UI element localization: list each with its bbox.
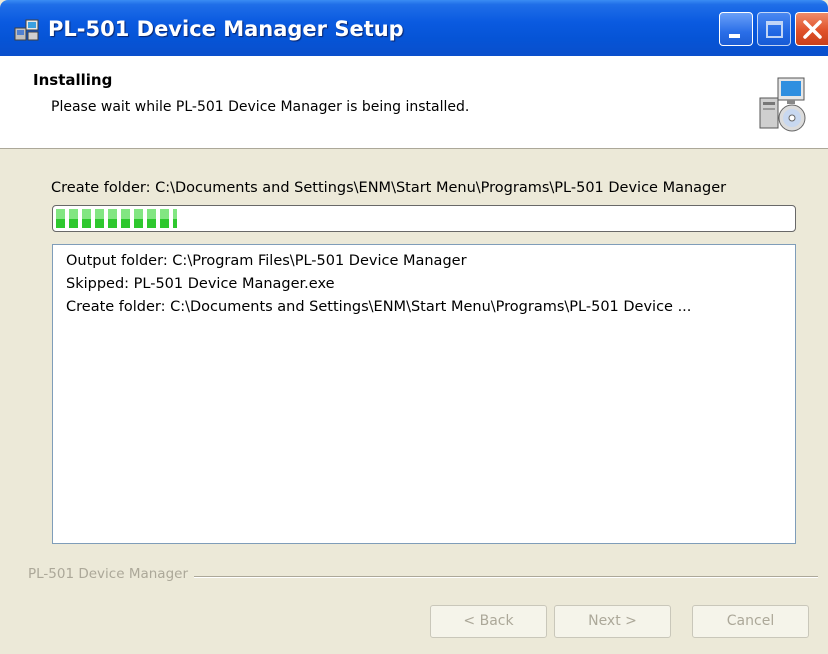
close-icon — [803, 20, 822, 39]
log-listbox[interactable]: Output folder: C:\Program Files\PL-501 D… — [52, 244, 796, 544]
title-bar[interactable]: PL-501 Device Manager Setup — [0, 0, 828, 56]
progress-fill — [56, 209, 177, 228]
setup-window: PL-501 Device Manager Setup Installing P… — [0, 0, 828, 654]
maximize-button[interactable] — [757, 12, 791, 46]
page-subtitle: Please wait while PL-501 Device Manager … — [51, 99, 470, 115]
back-button[interactable]: < Back — [430, 605, 547, 638]
maximize-icon — [766, 21, 783, 38]
status-text: Create folder: C:\Documents and Settings… — [51, 180, 727, 196]
log-line: Create folder: C:\Documents and Settings… — [66, 299, 692, 315]
branding-text: PL-501 Device Manager — [28, 566, 194, 582]
log-line: Output folder: C:\Program Files\PL-501 D… — [66, 253, 467, 269]
window-title: PL-501 Device Manager Setup — [48, 17, 404, 41]
setup-app-icon — [14, 18, 40, 42]
log-line: Skipped: PL-501 Device Manager.exe — [66, 276, 335, 292]
minimize-icon — [729, 34, 740, 38]
next-button[interactable]: Next > — [554, 605, 671, 638]
close-button[interactable] — [795, 12, 828, 46]
cancel-button[interactable]: Cancel — [692, 605, 809, 638]
installer-cd-icon — [758, 76, 808, 134]
minimize-button[interactable] — [719, 12, 753, 46]
progress-bar — [52, 205, 796, 232]
page-title: Installing — [33, 71, 113, 89]
